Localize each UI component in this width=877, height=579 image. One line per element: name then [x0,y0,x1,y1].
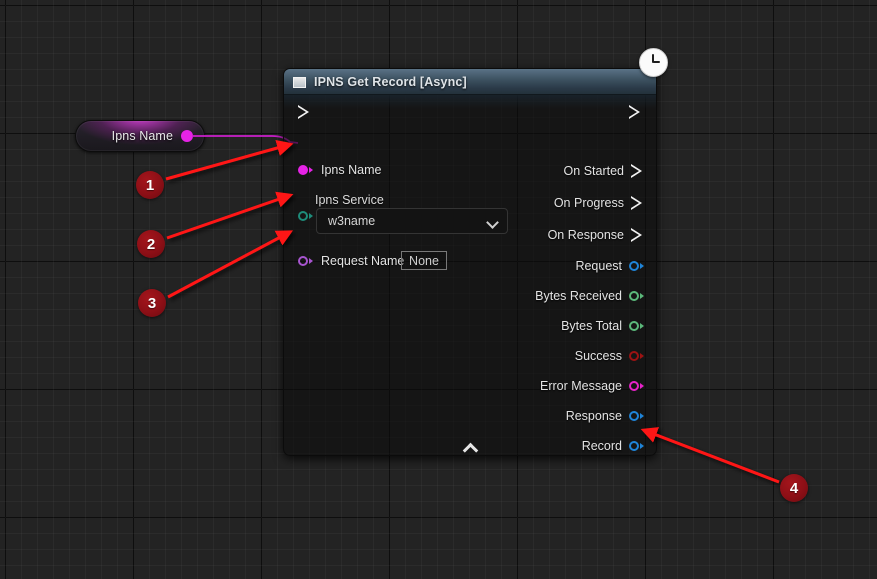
bytes-received-output-pin[interactable] [629,290,644,302]
output-label-on-started: On Started [563,164,624,178]
annotation-marker-1: 1 [136,171,164,199]
output-row-record[interactable]: Record [582,437,644,455]
annotation-marker-4-number: 4 [789,479,799,497]
input-row-ipns-service[interactable] [298,207,313,225]
output-label-bytes-total: Bytes Total [561,319,622,333]
output-row-bytes-received[interactable]: Bytes Received [535,287,644,305]
exec-pin-row [284,105,656,123]
output-row-request[interactable]: Request [575,257,644,275]
chevron-down-icon [488,218,499,225]
output-label-on-progress: On Progress [553,196,624,210]
output-label-response: Response [565,409,622,423]
output-label-on-response: On Response [547,228,624,242]
output-row-error-message[interactable]: Error Message [540,377,644,395]
input-row-request-name[interactable]: Request Name [298,252,404,270]
node-title: IPNS Get Record [Async] [314,75,467,89]
annotation-marker-3-number: 3 [147,294,157,312]
exec-in-pin[interactable] [298,105,311,120]
on-response-pin[interactable] [631,227,644,243]
blueprint-graph-canvas[interactable]: Ipns Name IPNS Get Record [Async] Ipns N… [0,0,877,579]
node-body: Ipns Name Ipns Service w3name Request Na… [284,95,656,455]
input-label-request-name: Request Name [321,254,405,268]
request-output-pin[interactable] [629,260,644,272]
annotation-marker-2: 2 [137,230,165,258]
response-output-pin[interactable] [629,410,644,422]
output-row-on-started[interactable]: On Started [564,162,644,180]
request-name-input-pin[interactable] [298,255,313,267]
success-output-pin[interactable] [629,350,644,362]
output-label-record: Record [581,439,622,453]
annotation-arrow-4 [640,427,780,484]
output-label-request: Request [575,259,622,273]
chevron-up-icon[interactable] [462,442,478,451]
output-row-success[interactable]: Success [575,347,644,365]
variable-node-output-pin[interactable] [181,129,194,142]
output-label-success: Success [574,349,622,363]
output-row-on-progress[interactable]: On Progress [554,194,644,212]
on-started-pin[interactable] [631,163,644,179]
annotation-marker-4: 4 [780,474,808,502]
clock-icon [639,48,668,77]
request-name-value: None [409,253,439,268]
output-label-error-message: Error Message [540,379,622,393]
request-name-textfield[interactable]: None [401,251,447,270]
ipns-name-input-pin[interactable] [298,164,313,176]
variable-node-ipns-name[interactable]: Ipns Name [75,120,205,152]
input-label-ipns-name: Ipns Name [321,163,382,177]
input-row-ipns-name[interactable]: Ipns Name [298,161,381,179]
bytes-total-output-pin[interactable] [629,320,644,332]
ipns-service-value: w3name [328,214,376,228]
annotation-marker-3: 3 [138,289,166,317]
ipns-service-combobox[interactable]: w3name [316,208,508,234]
clock-hour-hand [653,61,660,63]
input-label-ipns-service: Ipns Service [315,193,384,207]
exec-out-pin[interactable] [629,105,642,120]
annotation-marker-1-number: 1 [145,176,155,194]
annotation-marker-2-number: 2 [146,235,156,253]
variable-node-label: Ipns Name [111,129,173,143]
output-row-on-response[interactable]: On Response [548,226,644,244]
ipns-service-input-pin[interactable] [298,210,313,222]
output-row-bytes-total[interactable]: Bytes Total [561,317,644,335]
node-ipns-get-record[interactable]: IPNS Get Record [Async] Ipns Name Ipns S… [283,68,657,456]
output-label-bytes-received: Bytes Received [535,289,622,303]
error-message-output-pin[interactable] [629,380,644,392]
node-function-icon [293,76,306,88]
node-header[interactable]: IPNS Get Record [Async] [284,69,656,109]
on-progress-pin[interactable] [631,195,644,211]
record-output-pin[interactable] [629,440,644,452]
output-row-response[interactable]: Response [566,407,644,425]
annotation-arrow-3 [167,230,294,299]
annotation-arrow-2 [166,191,294,240]
